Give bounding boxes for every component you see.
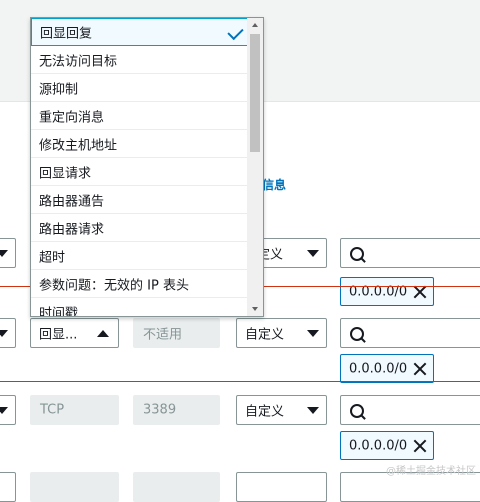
close-icon[interactable] bbox=[413, 285, 427, 299]
row2-port-value: 不适用 bbox=[143, 327, 183, 343]
chevron-up-icon bbox=[97, 330, 109, 337]
close-icon[interactable] bbox=[413, 362, 427, 376]
row3-protocol: TCP bbox=[30, 395, 119, 425]
scroll-down-icon[interactable] bbox=[252, 307, 258, 311]
dropdown-option[interactable]: 路由器通告 bbox=[31, 186, 249, 214]
row3-protocol-value: TCP bbox=[40, 402, 65, 418]
row3-source-select[interactable]: 自定义 bbox=[236, 395, 327, 425]
chevron-down-icon bbox=[307, 330, 319, 337]
row3-source-search[interactable] bbox=[340, 395, 480, 425]
row3-cidr-token: 0.0.0.0/0 bbox=[340, 431, 434, 460]
dropdown-option[interactable]: 无法访问目标 bbox=[31, 46, 249, 74]
info-link[interactable]: 信息 bbox=[262, 176, 286, 193]
search-icon bbox=[350, 247, 364, 261]
dropdown-option[interactable]: 回显回复 bbox=[31, 18, 249, 46]
chevron-down-icon bbox=[307, 407, 319, 414]
row4-source-select[interactable] bbox=[236, 472, 327, 502]
row4-type-select[interactable] bbox=[0, 472, 16, 502]
cidr-value: 0.0.0.0/0 bbox=[349, 438, 408, 453]
close-icon[interactable] bbox=[413, 439, 427, 453]
row4-protocol bbox=[30, 472, 119, 502]
row3-port-range: 3389 bbox=[133, 395, 220, 425]
dropdown-option[interactable]: 重定向消息 bbox=[31, 102, 249, 130]
row2-source-value: 自定义 bbox=[245, 327, 285, 343]
dropdown-option[interactable]: 源抑制 bbox=[31, 74, 249, 102]
row2-cidr-token: 0.0.0.0/0 bbox=[340, 354, 434, 383]
dropdown-scrollbar[interactable] bbox=[247, 18, 263, 316]
row3-type-select[interactable] bbox=[0, 395, 16, 425]
search-icon bbox=[350, 327, 364, 341]
row2-source-select[interactable]: 自定义 bbox=[236, 318, 327, 348]
watermark: @稀土掘金技术社区 bbox=[386, 466, 476, 477]
dropdown-option[interactable]: 修改主机地址 bbox=[31, 130, 249, 158]
row2-type-select[interactable] bbox=[0, 318, 16, 348]
scroll-up-icon[interactable] bbox=[252, 23, 258, 27]
chevron-down-icon bbox=[0, 250, 8, 257]
row2-protocol-select[interactable]: 回显... bbox=[30, 318, 119, 348]
scrollbar-thumb[interactable] bbox=[250, 34, 260, 152]
row1-type-select[interactable] bbox=[0, 238, 16, 268]
dropdown-option[interactable]: 参数问题：无效的 IP 表头 bbox=[31, 270, 249, 298]
search-icon bbox=[350, 404, 364, 418]
row1-source-search[interactable] bbox=[340, 238, 480, 268]
row2-protocol-value: 回显... bbox=[39, 327, 78, 343]
check-icon bbox=[227, 23, 244, 41]
row2-port-range: 不适用 bbox=[133, 318, 220, 348]
chevron-down-icon bbox=[307, 250, 319, 257]
dropdown-option[interactable]: 回显请求 bbox=[31, 158, 249, 186]
dropdown-option[interactable]: 时间戳 bbox=[31, 298, 249, 316]
cidr-value: 0.0.0.0/0 bbox=[349, 361, 408, 376]
row2-source-search[interactable] bbox=[340, 318, 480, 348]
row4-port-range bbox=[133, 472, 220, 502]
row3-port-value: 3389 bbox=[143, 402, 177, 418]
annotation-line bbox=[0, 381, 480, 382]
dropdown-option[interactable]: 路由器请求 bbox=[31, 214, 249, 242]
icmp-type-dropdown[interactable]: 回显回复 无法访问目标 源抑制 重定向消息 修改主机地址 回显请求 路由器通告 … bbox=[30, 17, 264, 317]
chevron-down-icon bbox=[0, 330, 8, 337]
chevron-down-icon bbox=[0, 407, 8, 414]
dropdown-option[interactable]: 超时 bbox=[31, 242, 249, 270]
row1-cidr-token: 0.0.0.0/0 bbox=[340, 277, 434, 306]
row3-source-value: 自定义 bbox=[245, 404, 285, 420]
